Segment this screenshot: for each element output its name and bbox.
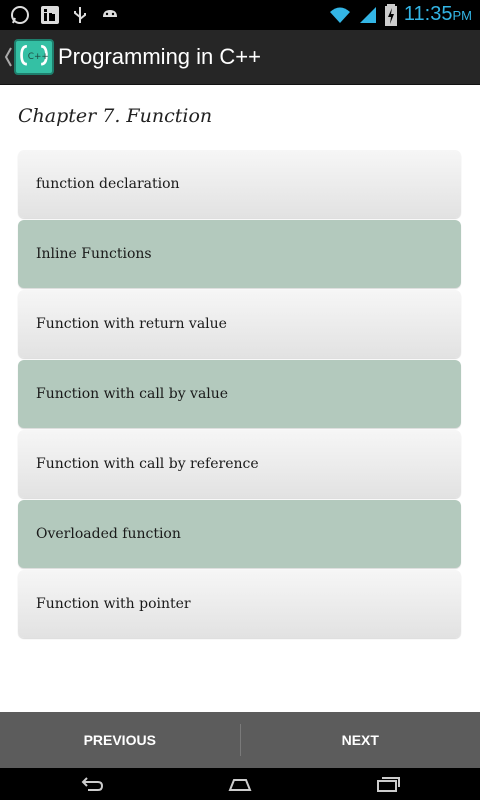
usb-icon (74, 7, 86, 23)
topic-item-call-by-reference[interactable]: Function with call by reference (18, 430, 461, 498)
topic-list: function declaration Inline Functions Fu… (18, 150, 461, 640)
android-icon (103, 10, 117, 17)
clock-ampm: PM (452, 8, 473, 23)
status-bar: 11:35PM (0, 0, 480, 30)
previous-button[interactable]: PREVIOUS (0, 712, 240, 768)
chapter-nav-bar: PREVIOUS NEXT (0, 712, 480, 768)
svg-text:C++: C++ (28, 52, 49, 62)
topic-item-inline-functions[interactable]: Inline Functions (18, 220, 461, 288)
chapter-title: Chapter 7. Function (18, 105, 213, 127)
system-nav-bar (0, 768, 480, 800)
back-icon[interactable] (78, 774, 106, 794)
whatsapp-icon (11, 6, 29, 24)
topic-item-overloaded-function[interactable]: Overloaded function (18, 500, 461, 568)
back-caret-icon[interactable] (3, 44, 13, 70)
recent-apps-icon[interactable] (374, 774, 402, 794)
wifi-icon (329, 7, 350, 23)
signal-icon (359, 7, 376, 23)
status-right: 11:35PM (328, 3, 472, 27)
notification-icons (10, 5, 120, 25)
cpp-logo-icon[interactable]: C++ (14, 39, 54, 75)
action-bar: C++ Programming in C++ (0, 30, 480, 85)
status-clock: 11:35PM (404, 3, 472, 27)
battery-charging-icon (384, 4, 397, 26)
topic-item-call-by-value[interactable]: Function with call by value (18, 360, 461, 428)
clock-time: 11:35 (403, 3, 453, 25)
app-title: Programming in C++ (58, 44, 261, 69)
home-icon[interactable] (226, 774, 254, 794)
topic-item-return-value[interactable]: Function with return value (18, 290, 461, 358)
topic-item-function-with-pointer[interactable]: Function with pointer (18, 570, 461, 638)
linkedin-icon (41, 6, 59, 24)
next-button[interactable]: NEXT (241, 712, 480, 768)
topic-item-function-declaration[interactable]: function declaration (18, 150, 461, 218)
